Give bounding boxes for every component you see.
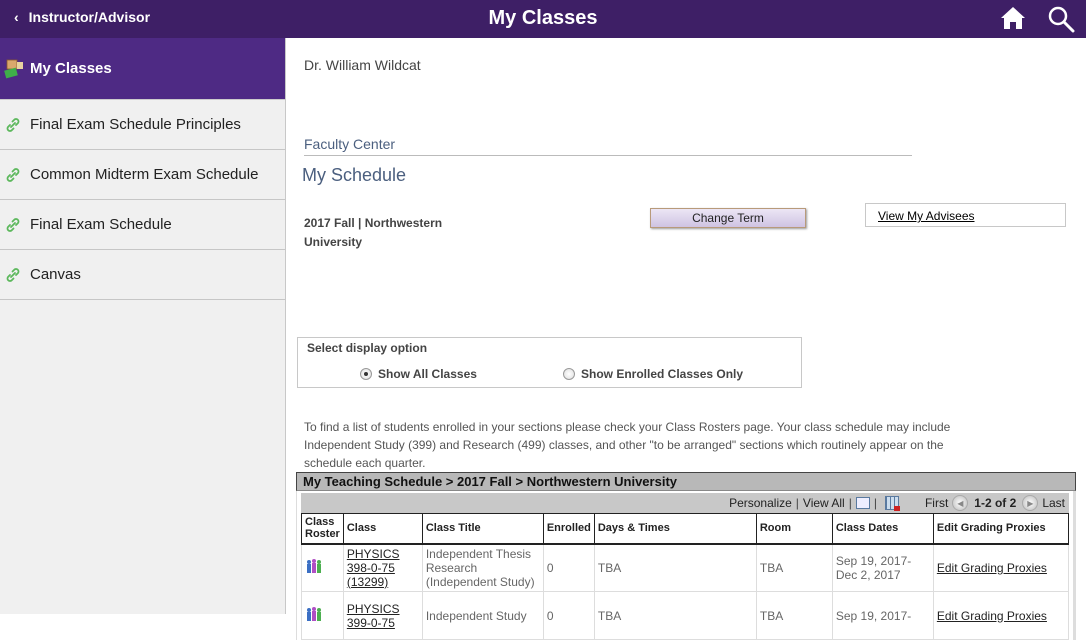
sidebar-item-label: Canvas (30, 266, 81, 283)
sidebar-item-common-midterm-exam-schedule[interactable]: Common Midterm Exam Schedule (0, 150, 285, 200)
sidebar-item-final-exam-schedule[interactable]: Final Exam Schedule (0, 200, 285, 250)
class-link[interactable]: PHYSICS 399-0-75 (347, 602, 400, 630)
info-text: To find a list of students enrolled in y… (304, 420, 951, 470)
sidebar-item-label: Final Exam Schedule Principles (30, 116, 241, 133)
class-title-cell: Independent Study (421, 591, 544, 640)
top-bar: ‹ Instructor/Advisor My Classes (0, 0, 1086, 38)
advisees-box: View My Advisees (865, 203, 1066, 227)
view-my-advisees-link[interactable]: View My Advisees (878, 209, 975, 223)
edit-grading-proxies-link[interactable]: Edit Grading Proxies (937, 609, 1047, 623)
column-header: Days & Times (593, 513, 757, 545)
enrolled-cell: 0 (542, 591, 595, 640)
room-cell: TBA (755, 591, 833, 640)
grid-nav-bar: Personalize | View All | | First ◀ 1-2 o… (301, 493, 1069, 513)
days-times-cell: TBA (593, 591, 757, 640)
next-arrow-icon[interactable]: ▶ (1022, 495, 1039, 511)
previous-arrow-icon[interactable]: ◀ (952, 495, 969, 511)
column-header: Class Title (421, 513, 544, 545)
my-classes-icon (4, 59, 23, 78)
sidebar-item-label: Common Midterm Exam Schedule (30, 166, 259, 183)
section-title: Faculty Center (304, 136, 912, 156)
table-row: PHYSICS 398-0-75 (13299) Independent The… (301, 543, 1070, 592)
column-header: Enrolled (542, 513, 595, 545)
page-header-title: My Classes (488, 7, 598, 29)
schedule-table: Class Roster Class Class Title Enrolled … (301, 513, 1070, 640)
row-count: 1-2 of 2 (974, 496, 1017, 510)
view-all-link[interactable]: View All (803, 496, 845, 510)
radio-selected-indicator[interactable] (360, 368, 372, 380)
link-icon (6, 167, 20, 182)
class-dates-cell: Sep 19, 2017- (831, 591, 934, 640)
teaching-schedule-grid: My Teaching Schedule > 2017 Fall > North… (296, 472, 1076, 640)
room-cell: TBA (755, 543, 833, 592)
grid-body: Personalize | View All | | First ◀ 1-2 o… (296, 491, 1076, 640)
radio-label: Show Enrolled Classes Only (581, 367, 744, 381)
radio-unselected-indicator[interactable] (563, 368, 575, 380)
sidebar-item-final-exam-schedule-principles[interactable]: Final Exam Schedule Principles (0, 100, 285, 150)
change-term-button[interactable]: Change Term (650, 208, 806, 228)
zoom-grid-icon[interactable] (855, 497, 870, 509)
radio-label: Show All Classes (378, 367, 477, 381)
enrolled-cell: 0 (542, 543, 595, 592)
first-link[interactable]: First (925, 496, 948, 510)
class-title-cell: Independent Thesis Research (Independent… (421, 543, 544, 592)
edit-grading-proxies-link[interactable]: Edit Grading Proxies (937, 561, 1047, 575)
class-link[interactable]: PHYSICS 398-0-75 (13299) (347, 547, 400, 589)
column-header: Class Dates (831, 513, 934, 545)
class-dates-cell: Sep 19, 2017- Dec 2, 2017 (831, 543, 934, 592)
column-header: Room (755, 513, 833, 545)
current-term: 2017 Fall | Northwestern University (304, 216, 443, 249)
display-option-label: Select display option (307, 341, 428, 355)
link-icon (6, 267, 20, 282)
days-times-cell: TBA (593, 543, 757, 592)
download-excel-icon[interactable] (884, 496, 900, 511)
grading-proxies-cell: Edit Grading Proxies (932, 591, 1070, 640)
class-cell: PHYSICS 398-0-75 (13299) (342, 543, 423, 592)
sidebar-item-label: My Classes (30, 60, 112, 77)
main-content: Dr. William Wildcat Faculty Center My Sc… (286, 38, 1086, 640)
class-cell: PHYSICS 399-0-75 (342, 591, 423, 640)
show-all-classes-radio[interactable]: Show All Classes (360, 367, 477, 381)
column-header: Class (342, 513, 423, 545)
last-link[interactable]: Last (1042, 496, 1065, 510)
column-header: Class Roster (301, 513, 344, 545)
personalize-link[interactable]: Personalize (729, 496, 792, 510)
class-roster-icon[interactable] (305, 558, 323, 574)
separator: | (873, 496, 877, 510)
sidebar-item-my-classes[interactable]: My Classes (0, 38, 285, 100)
sidebar-item-canvas[interactable]: Canvas (0, 250, 285, 300)
grading-proxies-cell: Edit Grading Proxies (932, 543, 1070, 592)
roster-cell (301, 543, 344, 592)
separator: | (848, 496, 852, 510)
column-header: Edit Grading Proxies (932, 513, 1070, 545)
roster-cell (301, 591, 344, 640)
table-header-row: Class Roster Class Class Title Enrolled … (301, 513, 1070, 545)
table-row: PHYSICS 399-0-75 Independent Study 0 TBA… (301, 591, 1070, 640)
home-icon[interactable] (1000, 6, 1026, 30)
class-roster-icon[interactable] (305, 606, 323, 622)
link-icon (6, 117, 20, 132)
grid-title: My Teaching Schedule > 2017 Fall > North… (296, 472, 1076, 491)
sidebar: My Classes Final Exam Schedule Principle… (0, 38, 286, 614)
separator: | (795, 496, 799, 510)
link-icon (6, 217, 20, 232)
sidebar-item-label: Final Exam Schedule (30, 216, 172, 233)
display-option-group: Select display option Show All Classes S… (297, 337, 802, 388)
page-title: My Schedule (302, 165, 407, 185)
search-icon[interactable] (1047, 5, 1075, 33)
show-enrolled-classes-radio[interactable]: Show Enrolled Classes Only (563, 367, 743, 381)
user-name: Dr. William Wildcat (304, 57, 421, 73)
